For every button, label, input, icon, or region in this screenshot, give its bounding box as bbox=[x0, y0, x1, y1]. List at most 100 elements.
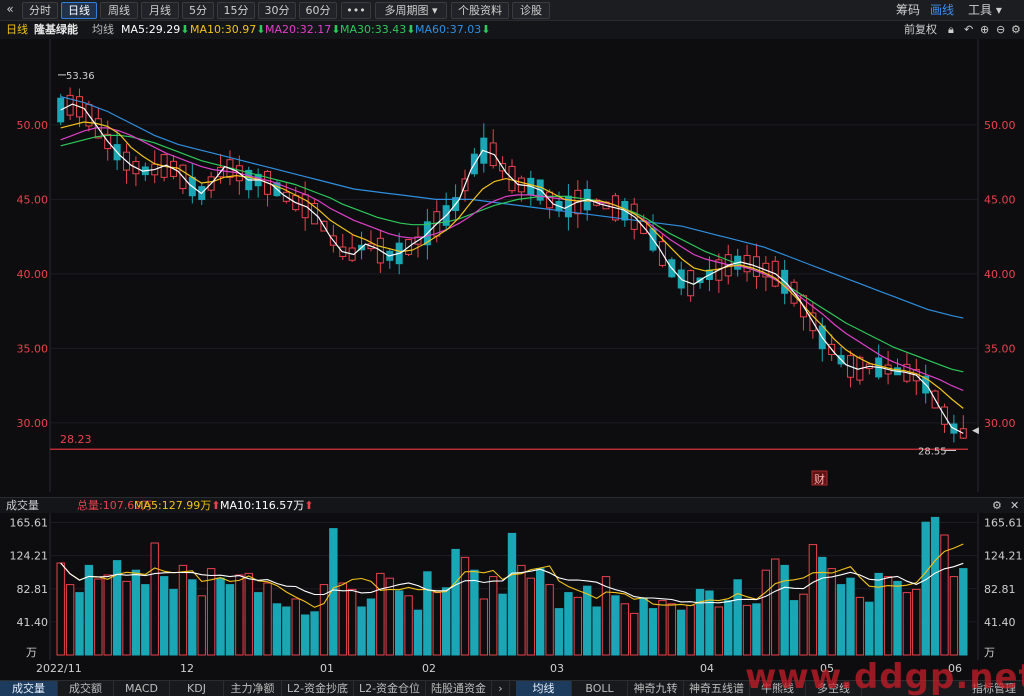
x-tick-label: 2022/11 bbox=[36, 662, 82, 675]
volume-bar bbox=[206, 568, 216, 656]
volume-bar bbox=[376, 572, 385, 656]
stock-name: 隆基绿能 bbox=[34, 23, 78, 36]
volume-bar bbox=[761, 569, 771, 656]
volume-bar bbox=[150, 542, 159, 656]
volume-bar bbox=[282, 606, 291, 656]
volume-ma5: MA5:127.99万⬆ bbox=[134, 499, 221, 512]
tab-nine-turn[interactable]: 神奇九转 bbox=[628, 681, 684, 696]
more-periods-button[interactable]: ••• bbox=[341, 2, 371, 19]
tab-kdj[interactable]: KDJ bbox=[170, 681, 224, 696]
tab-5min[interactable]: 5分 bbox=[182, 2, 214, 19]
y-tick-label-left: 30.00 bbox=[17, 417, 49, 430]
volume-bar bbox=[65, 584, 75, 656]
tabs-scroll-right-icon[interactable]: › bbox=[492, 681, 510, 696]
volume-bar bbox=[441, 587, 451, 656]
tab-l2-bottom[interactable]: L2-资金抄底 bbox=[282, 681, 354, 696]
y-tick-label-right: 35.00 bbox=[984, 342, 1016, 355]
tab-macd[interactable]: MACD bbox=[114, 681, 170, 696]
volume-bar bbox=[319, 584, 329, 656]
volume-bar bbox=[413, 609, 423, 656]
volume-bar bbox=[799, 593, 808, 656]
volume-bar bbox=[959, 568, 968, 656]
volume-bar bbox=[244, 572, 253, 656]
tab-boll[interactable]: BOLL bbox=[572, 681, 628, 696]
ma30-value: MA30:33.43⬇ bbox=[340, 23, 416, 36]
adjust-selector[interactable]: 前复权 bbox=[904, 21, 937, 39]
volume-bar bbox=[470, 569, 479, 656]
volume-header: 成交量 总量:107.60万 MA5:127.99万⬆ MA10:116.57万… bbox=[0, 497, 1024, 513]
volume-bar bbox=[921, 521, 930, 656]
volume-bar bbox=[357, 606, 366, 656]
x-tick-label: 12 bbox=[180, 662, 194, 675]
tab-ma[interactable]: 均线 bbox=[516, 681, 572, 696]
tab-weekly[interactable]: 周线 bbox=[100, 2, 138, 19]
volume-chart[interactable]: 165.61 165.61 124.21 124.21 82.81 82.81 41.40 4… bbox=[0, 513, 1024, 660]
volume-bar bbox=[498, 593, 507, 656]
tab-five-lines[interactable]: 神奇五线谱 bbox=[684, 681, 750, 696]
candle-body bbox=[959, 428, 967, 439]
volume-bar bbox=[883, 576, 893, 656]
volume-bar bbox=[742, 604, 752, 656]
lock-icon[interactable]: 🔒︎ bbox=[948, 21, 954, 39]
kline-chart[interactable]: 50.00 50.00 45.00 45.00 40.00 40.00 35.00 35.00… bbox=[0, 39, 1024, 492]
tab-l2-position[interactable]: L2-资金仓位 bbox=[354, 681, 426, 696]
volume-bar bbox=[611, 595, 620, 656]
kline-app: « 分时 日线 周线 月线 5分 15分 30分 60分 ••• 多周期图 ▾ … bbox=[0, 0, 1024, 696]
undo-icon[interactable]: ↶ bbox=[964, 21, 973, 39]
settings-icon[interactable]: ⚙ bbox=[992, 498, 1002, 514]
tab-60min[interactable]: 60分 bbox=[299, 2, 337, 19]
volume-bar bbox=[291, 598, 300, 656]
y-tick-label-left: 40.00 bbox=[17, 268, 49, 281]
avg-label[interactable]: 均线 bbox=[92, 21, 114, 39]
reference-line-label: 28.23 bbox=[60, 433, 92, 446]
tab-monthly[interactable]: 月线 bbox=[141, 2, 179, 19]
volume-bar bbox=[752, 603, 761, 656]
volume-bar bbox=[658, 600, 667, 656]
volume-bar bbox=[338, 582, 347, 656]
current-price-arrow-icon: ◀ bbox=[972, 426, 979, 436]
volume-bar bbox=[930, 516, 940, 656]
tools-dropdown[interactable]: 工具 ▾ bbox=[968, 3, 1002, 18]
tab-northbound[interactable]: 陆股通资金 bbox=[426, 681, 492, 696]
x-tick-label: 01 bbox=[320, 662, 334, 675]
volume-bar bbox=[583, 585, 592, 656]
collapse-icon[interactable]: « bbox=[2, 2, 18, 19]
tab-main-net[interactable]: 主力净额 bbox=[224, 681, 282, 696]
volume-bar bbox=[827, 568, 836, 656]
zoom-in-icon[interactable]: ⊕ bbox=[980, 21, 989, 39]
volume-bar bbox=[216, 577, 225, 656]
tab-fenshi[interactable]: 分时 bbox=[22, 2, 58, 19]
volume-bar bbox=[648, 608, 658, 656]
volume-bar bbox=[780, 564, 789, 656]
tab-15min[interactable]: 15分 bbox=[217, 2, 255, 19]
volume-bar bbox=[714, 606, 724, 656]
close-icon[interactable]: ✕ bbox=[1010, 498, 1019, 514]
zoom-out-icon[interactable]: ⊖ bbox=[996, 21, 1005, 39]
tab-daily[interactable]: 日线 bbox=[61, 2, 97, 19]
y-tick-label-left: 124.21 bbox=[10, 550, 49, 563]
y-tick-label-right: 50.00 bbox=[984, 119, 1016, 132]
volume-bar bbox=[592, 606, 601, 656]
volume-bar bbox=[263, 582, 272, 656]
volume-bar bbox=[131, 569, 141, 656]
tab-turnover[interactable]: 成交额 bbox=[58, 681, 114, 696]
volume-bar bbox=[84, 564, 94, 656]
y-tick-label-right: 124.21 bbox=[984, 550, 1023, 563]
volume-bar bbox=[432, 592, 441, 656]
tab-30min[interactable]: 30分 bbox=[258, 2, 296, 19]
chip-distribution-button[interactable]: 筹码 bbox=[896, 3, 920, 18]
volume-bar bbox=[620, 603, 630, 656]
diagnose-button[interactable]: 诊股 bbox=[512, 2, 550, 19]
volume-bar bbox=[122, 580, 131, 656]
volume-bar bbox=[347, 588, 357, 656]
volume-bar bbox=[394, 590, 404, 656]
volume-bar bbox=[865, 601, 874, 656]
ma5-line bbox=[60, 103, 964, 434]
settings-icon[interactable]: ⚙ bbox=[1011, 21, 1021, 39]
multi-period-dropdown[interactable]: 多周期图 ▾ bbox=[375, 2, 447, 19]
draw-line-button[interactable]: 画线 bbox=[930, 3, 954, 18]
stock-profile-button[interactable]: 个股资料 bbox=[451, 2, 509, 19]
tab-volume[interactable]: 成交量 bbox=[0, 681, 58, 696]
period-toolbar: « 分时 日线 周线 月线 5分 15分 30分 60分 ••• 多周期图 ▾ … bbox=[0, 0, 1024, 21]
volume-bar bbox=[601, 576, 611, 656]
